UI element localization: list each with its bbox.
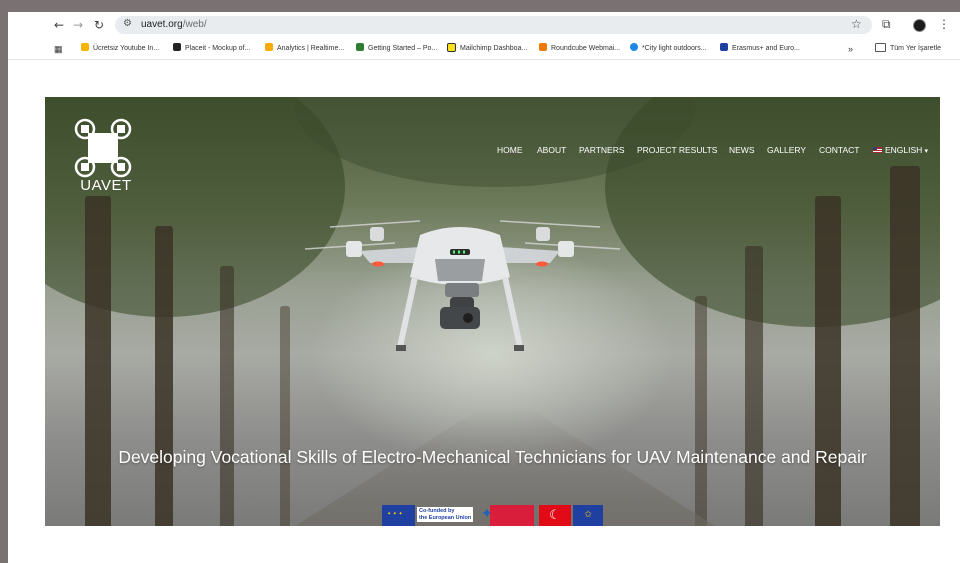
bookmark-label: Getting Started – Po...: [368, 45, 438, 52]
caret-down-icon: ▾: [922, 147, 929, 155]
bookmark-label: Analytics | Realtime...: [277, 45, 345, 52]
bookmark-favicon-icon: [265, 43, 273, 52]
drone-image: [304, 220, 620, 351]
bookmark-favicon-icon: [720, 43, 728, 52]
tree-trunk: [220, 266, 234, 526]
browser-window: ← → ↻ ⚙ uavet.org/web/ ☆ ⧉ ⋮ ▦ Ücretsiz …: [8, 12, 960, 563]
bookmark-label: Roundcube Webmai...: [551, 45, 621, 52]
back-arrow-icon[interactable]: ←: [52, 18, 66, 32]
bookmark-favicon-icon: [447, 42, 456, 52]
bookmarks-bar: ▦ Ücretsiz Youtube In... Placeit - Mocku…: [8, 39, 960, 60]
more-menu-icon[interactable]: ⋮: [938, 17, 950, 31]
tree-trunk: [280, 306, 290, 526]
nav-partners[interactable]: PARTNERS: [579, 144, 625, 156]
tree-trunk: [155, 226, 173, 526]
profile-avatar[interactable]: [913, 19, 926, 32]
bookmark-item[interactable]: Mailchimp Dashboa...: [447, 42, 528, 55]
bookmark-favicon-icon: [356, 43, 364, 52]
cofund-line-2: the European Union: [419, 514, 472, 521]
bookmark-item[interactable]: Analytics | Realtime...: [265, 43, 344, 55]
site-settings-icon[interactable]: ⚙: [123, 18, 132, 29]
nav-news[interactable]: NEWS: [729, 144, 755, 156]
language-dropdown[interactable]: ENGLISH ▾: [873, 144, 928, 157]
national-agency-mark-icon: ✦: [481, 506, 493, 522]
bookmark-item[interactable]: *City light outdoors...: [630, 43, 707, 55]
eu-flag-icon: [382, 505, 415, 526]
all-bookmarks-label: Tüm Yer İşaretle: [890, 45, 941, 52]
url-text: uavet.org/web/: [141, 19, 207, 30]
bookmark-item[interactable]: Roundcube Webmai...: [539, 43, 620, 55]
funding-logos: Co-funded bythe European Union ✦ ☾ ✩: [382, 501, 612, 526]
turkey-flag-icon: ☾: [539, 505, 571, 526]
logo-text[interactable]: UAVET: [70, 177, 142, 194]
url-path: /web/: [182, 19, 207, 30]
extensions-icon[interactable]: ⧉: [882, 17, 891, 31]
nav-gallery[interactable]: GALLERY: [767, 144, 806, 156]
all-bookmarks-folder[interactable]: Tüm Yer İşaretle: [875, 42, 941, 55]
bookmark-item[interactable]: Erasmus+ and Euro...: [720, 43, 800, 55]
bookmark-favicon-icon: [81, 43, 89, 52]
language-label: ENGLISH: [885, 145, 923, 155]
bookmark-label: *City light outdoors...: [642, 45, 707, 52]
nav-home[interactable]: HOME: [497, 144, 523, 156]
nav-about[interactable]: ABOUT: [537, 144, 566, 156]
address-bar-row: ← → ↻ ⚙ uavet.org/web/ ☆ ⧉ ⋮: [8, 12, 960, 39]
hero-headline: Developing Vocational Skills of Electro-…: [118, 447, 867, 467]
tree-trunk: [745, 246, 763, 526]
apps-grid-icon[interactable]: ▦: [54, 43, 63, 55]
national-agency-logo: [490, 505, 534, 526]
nav-contact[interactable]: CONTACT: [819, 144, 859, 156]
folder-icon: [875, 42, 886, 52]
bookmarks-overflow-button[interactable]: »: [848, 43, 853, 55]
bookmark-item[interactable]: Ücretsiz Youtube In...: [81, 43, 159, 55]
url-host: uavet.org: [141, 19, 183, 30]
nav-project-results[interactable]: PROJECT RESULTS: [637, 144, 717, 156]
eu-stars-flag-icon: ✩: [573, 505, 603, 526]
bookmark-label: Mailchimp Dashboa...: [460, 45, 528, 52]
bookmark-favicon-icon: [173, 43, 181, 52]
tree-trunk: [695, 296, 707, 526]
bookmark-item[interactable]: Getting Started – Po...: [356, 43, 437, 55]
us-flag-icon: [873, 146, 882, 153]
bookmark-favicon-icon: [539, 43, 547, 52]
hero-section: UAVET HOME ABOUT PARTNERS PROJECT RESULT…: [45, 97, 940, 526]
cofunded-eu-text: Co-funded by the European Union: [417, 507, 474, 522]
bookmark-item[interactable]: Placeit - Mockup of...: [173, 43, 250, 55]
forward-arrow-icon[interactable]: →: [71, 18, 85, 32]
cofund-line-1: Co-funded by: [419, 508, 455, 514]
tree-trunk: [815, 196, 841, 526]
bookmark-label: Placeit - Mockup of...: [185, 45, 251, 52]
bookmark-star-icon[interactable]: ☆: [851, 17, 862, 31]
reload-icon[interactable]: ↻: [92, 18, 106, 32]
tree-trunk: [85, 196, 111, 526]
bookmark-label: Erasmus+ and Euro...: [732, 45, 800, 52]
url-input[interactable]: ⚙ uavet.org/web/: [115, 16, 872, 34]
bookmark-label: Ücretsiz Youtube In...: [93, 45, 160, 52]
bookmark-favicon-icon: [630, 43, 638, 52]
tree-trunk: [890, 166, 920, 526]
